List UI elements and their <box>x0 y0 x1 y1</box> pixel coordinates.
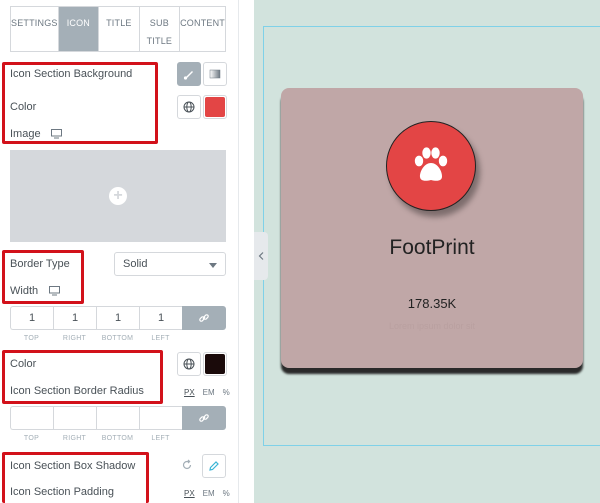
tab-subtitle[interactable]: SUB TITLE <box>140 7 181 51</box>
gradient-bg-button[interactable] <box>203 62 227 86</box>
info-card[interactable]: FootPrint 178.35K Lorem ipsum dolor sit <box>281 88 583 368</box>
bg-type-toggle <box>177 62 227 86</box>
padding-units: PX EM % <box>184 489 230 498</box>
bg-color-swatch <box>205 97 225 117</box>
preview-canvas: FootPrint 178.35K Lorem ipsum dolor sit <box>254 0 600 503</box>
radius-units: PX EM % <box>184 388 230 397</box>
icon-circle <box>386 121 476 211</box>
gradient-icon <box>209 69 221 79</box>
globe-icon <box>183 101 195 113</box>
unit-px[interactable]: PX <box>184 489 195 498</box>
unit-em[interactable]: EM <box>203 489 215 498</box>
plus-icon: + <box>109 187 127 205</box>
panel-divider <box>238 0 254 503</box>
highlight-background <box>2 62 158 144</box>
paw-icon <box>414 147 448 181</box>
unit-percent[interactable]: % <box>223 388 230 397</box>
link-icon <box>199 414 209 422</box>
radius-bottom-input[interactable] <box>96 406 139 430</box>
unit-px[interactable]: PX <box>184 388 195 397</box>
border-radius-inputs <box>10 406 226 430</box>
classic-bg-button[interactable] <box>177 62 201 86</box>
border-width-inputs: 1 1 1 1 <box>10 306 226 330</box>
width-left-input[interactable]: 1 <box>139 306 182 330</box>
card-title: FootPrint <box>389 236 475 259</box>
globe-icon <box>183 358 195 370</box>
width-top-input[interactable]: 1 <box>10 306 53 330</box>
border-color-swatch <box>205 354 225 374</box>
border-type-select[interactable]: Solid <box>114 252 226 276</box>
width-right-input[interactable]: 1 <box>53 306 96 330</box>
image-chooser[interactable]: + <box>10 150 226 242</box>
link-radius-button[interactable] <box>182 406 226 430</box>
tab-content[interactable]: CONTENT <box>180 7 225 51</box>
card-subtitle: Lorem ipsum dolor sit <box>388 321 476 331</box>
pencil-icon <box>209 461 219 471</box>
highlight-border <box>2 250 84 304</box>
tab-title[interactable]: TITLE <box>99 7 140 51</box>
width-bottom-input[interactable]: 1 <box>96 306 139 330</box>
reset-icon[interactable] <box>181 459 193 471</box>
radius-dim-labels: TOP RIGHT BOTTOM LEFT <box>23 435 170 442</box>
width-dim-labels: TOP RIGHT BOTTOM LEFT <box>23 335 170 342</box>
brush-icon <box>183 71 193 80</box>
radius-left-input[interactable] <box>139 406 182 430</box>
highlight-border-color <box>2 350 163 404</box>
link-values-button[interactable] <box>182 306 226 330</box>
unit-percent[interactable]: % <box>223 489 230 498</box>
collapse-panel-button[interactable] <box>254 232 268 280</box>
edit-shadow-button[interactable] <box>202 454 226 478</box>
radius-top-input[interactable] <box>10 406 53 430</box>
link-icon <box>199 314 209 322</box>
global-colors-button-2[interactable] <box>177 352 201 376</box>
card-value: 178.35K <box>407 296 457 311</box>
radius-right-input[interactable] <box>53 406 96 430</box>
highlight-shadow <box>2 452 149 503</box>
chevron-left-icon <box>258 252 264 260</box>
tab-icon[interactable]: ICON <box>58 7 100 51</box>
unit-em[interactable]: EM <box>203 388 215 397</box>
tab-settings[interactable]: SETTINGS <box>11 7 59 51</box>
editor-panel: SETTINGS ICON TITLE SUB TITLE CONTENT Ico… <box>0 0 238 503</box>
chevron-down-icon <box>209 263 217 268</box>
global-colors-button[interactable] <box>177 95 201 119</box>
section-tabs: SETTINGS ICON TITLE SUB TITLE CONTENT <box>10 6 226 52</box>
